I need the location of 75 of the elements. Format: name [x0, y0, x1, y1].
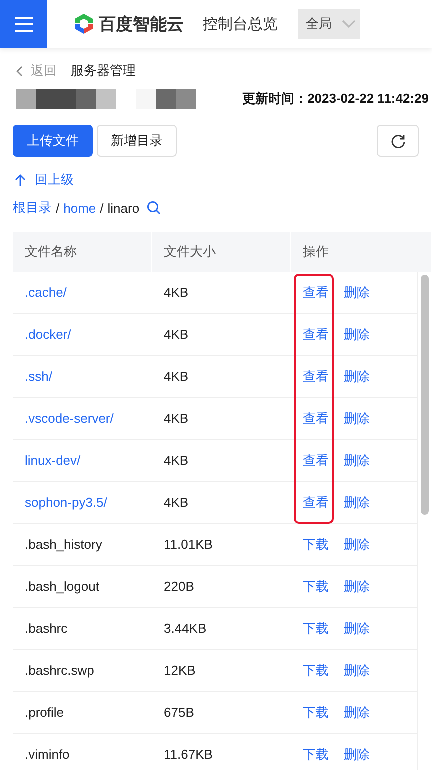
page-title: 服务器管理	[71, 62, 136, 80]
menu-button[interactable]	[0, 0, 47, 48]
download-link[interactable]: 下载	[303, 746, 329, 764]
delete-link[interactable]: 删除	[344, 368, 370, 386]
file-size: 4KB	[164, 453, 189, 468]
file-size: 4KB	[164, 285, 189, 300]
view-link[interactable]: 查看	[303, 368, 329, 386]
brand-name: 百度智能云	[99, 14, 184, 36]
delete-link[interactable]: 删除	[344, 578, 370, 596]
download-link[interactable]: 下载	[303, 536, 329, 554]
view-link[interactable]: 查看	[303, 452, 329, 470]
delete-link[interactable]: 删除	[344, 746, 370, 764]
delete-link[interactable]: 删除	[344, 536, 370, 554]
path-link[interactable]: 根目录	[13, 199, 52, 217]
file-name: .viminfo	[25, 747, 70, 762]
file-size: 4KB	[164, 495, 189, 510]
update-time: 更新时间：2023-02-22 11:42:29	[242, 90, 429, 108]
upload-button[interactable]: 上传文件	[13, 125, 93, 157]
file-size: 11.67KB	[164, 747, 213, 762]
file-name: .bashrc.swp	[25, 663, 94, 678]
delete-link[interactable]: 删除	[344, 452, 370, 470]
refresh-button[interactable]	[377, 125, 419, 157]
scrollbar[interactable]	[417, 272, 432, 770]
download-link[interactable]: 下载	[303, 704, 329, 722]
folder-link[interactable]: .ssh/	[25, 369, 52, 384]
delete-link[interactable]: 删除	[344, 410, 370, 428]
view-link[interactable]: 查看	[303, 326, 329, 344]
file-size: 11.01KB	[164, 537, 213, 552]
file-size: 220B	[164, 579, 194, 594]
download-link[interactable]: 下载	[303, 620, 329, 638]
nav-title[interactable]: 控制台总览	[203, 14, 278, 34]
file-size: 4KB	[164, 411, 189, 426]
file-size: 12KB	[164, 663, 196, 678]
path-current: linaro	[108, 200, 140, 216]
file-name: .bash_history	[25, 537, 102, 552]
column-header: 文件大小	[152, 232, 291, 272]
column-header: 文件名称	[13, 232, 152, 272]
download-link[interactable]: 下载	[303, 662, 329, 680]
caret-icon	[342, 20, 356, 28]
folder-link[interactable]: .docker/	[25, 327, 72, 342]
path-separator: /	[100, 200, 104, 216]
menu-icon	[14, 16, 32, 32]
column-header: 操作	[291, 232, 432, 272]
path-link[interactable]: home	[64, 200, 96, 216]
folder-link[interactable]: .cache/	[25, 285, 67, 300]
delete-link[interactable]: 删除	[344, 704, 370, 722]
search-icon[interactable]	[146, 201, 161, 215]
file-size: 4KB	[164, 369, 189, 384]
folder-link[interactable]: sophon-py3.5/	[25, 495, 108, 510]
logo-icon	[73, 13, 95, 35]
file-name: .bashrc	[25, 621, 68, 636]
new-folder-button[interactable]: 新增目录	[97, 125, 177, 157]
file-name: .profile	[25, 705, 64, 720]
delete-link[interactable]: 删除	[344, 284, 370, 302]
file-size: 3.44KB	[164, 621, 207, 636]
refresh-icon	[390, 134, 406, 148]
up-level-link[interactable]: 回上级	[15, 171, 74, 189]
delete-link[interactable]: 删除	[344, 326, 370, 344]
view-link[interactable]: 查看	[303, 410, 329, 428]
folder-link[interactable]: linux-dev/	[25, 453, 81, 468]
path-separator: /	[56, 200, 60, 216]
file-size: 4KB	[164, 327, 189, 342]
chevron-left-icon	[16, 66, 23, 76]
arrow-up-icon	[15, 174, 26, 186]
download-link[interactable]: 下载	[303, 578, 329, 596]
view-link[interactable]: 查看	[303, 494, 329, 512]
delete-link[interactable]: 删除	[344, 662, 370, 680]
delete-link[interactable]: 删除	[344, 620, 370, 638]
back-link[interactable]: 返回	[16, 62, 57, 80]
region-select[interactable]: 全局	[298, 9, 360, 39]
delete-link[interactable]: 删除	[344, 494, 370, 512]
file-name: .bash_logout	[25, 579, 100, 594]
folder-link[interactable]: .vscode-server/	[25, 411, 114, 426]
view-link[interactable]: 查看	[303, 284, 329, 302]
file-size: 675B	[164, 705, 194, 720]
